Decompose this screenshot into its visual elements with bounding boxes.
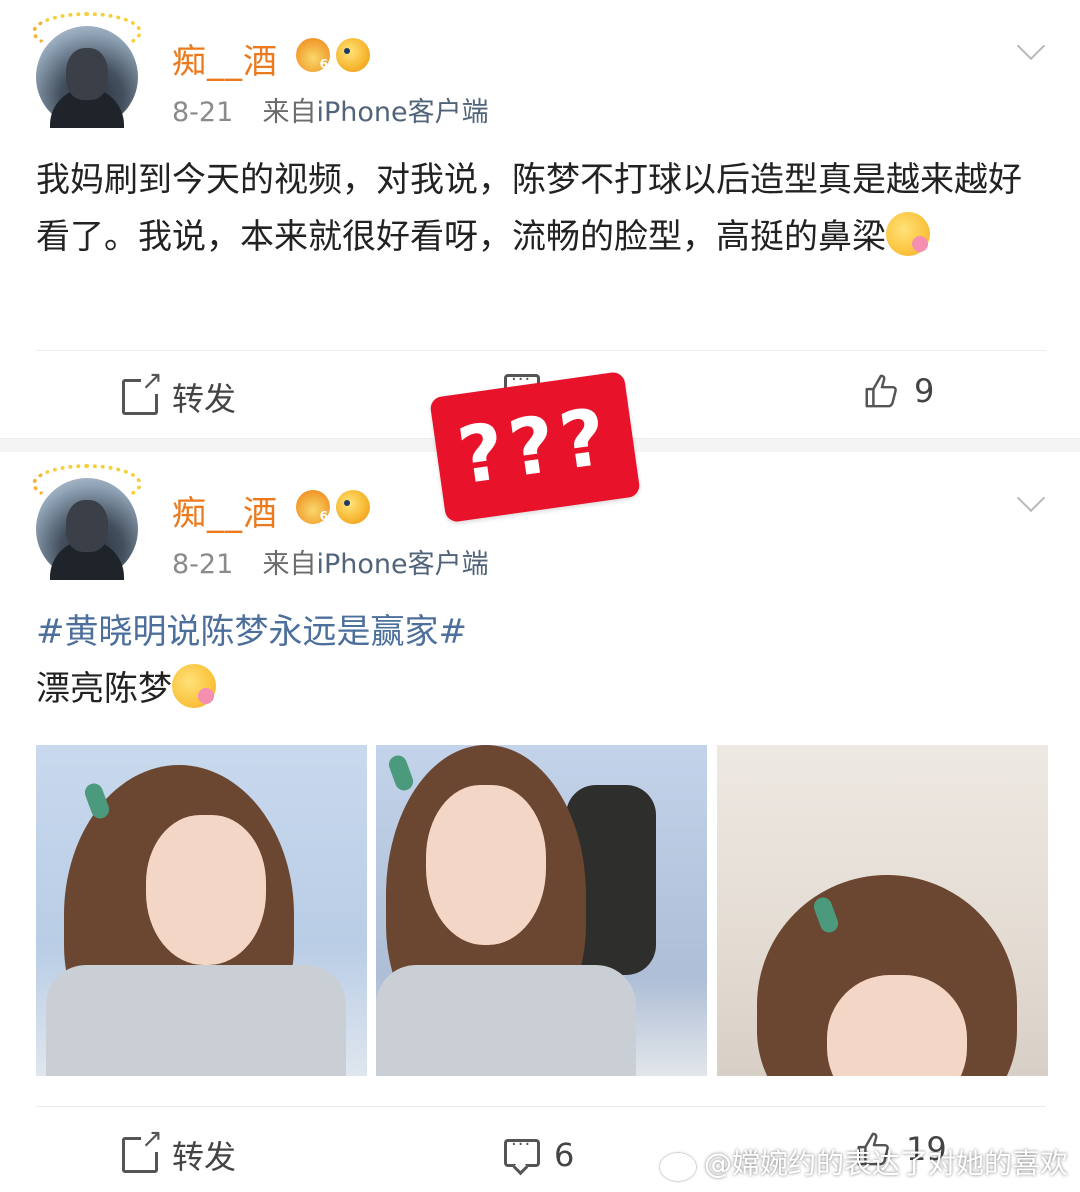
post-date: 8-21 xyxy=(172,549,234,580)
question-marks-sticker: ??? xyxy=(429,370,641,524)
fish-badge-icon[interactable] xyxy=(336,38,370,72)
post-text: #黄晓明说陈梦永远是赢家# 漂亮陈梦 xyxy=(36,604,1046,718)
post-photo[interactable] xyxy=(717,745,1048,1076)
like-button[interactable]: 9 xyxy=(862,372,934,410)
user-avatar[interactable] xyxy=(32,464,142,580)
halo-decoration xyxy=(32,464,142,504)
source-client[interactable]: iPhone客户端 xyxy=(316,97,488,128)
sticker-text: ??? xyxy=(452,391,618,503)
like-count: 9 xyxy=(914,372,935,410)
watermark-text: @嫦婉约的表达了对她的喜欢 xyxy=(703,1147,1068,1180)
crown-badge-icon[interactable] xyxy=(296,490,330,524)
flower-smile-emoji-icon xyxy=(172,664,216,708)
weibo-logo-icon xyxy=(658,1147,698,1181)
divider xyxy=(36,350,1046,351)
flower-smile-emoji-icon xyxy=(886,212,930,256)
post-text: 我妈刷到今天的视频，对我说，陈梦不打球以后造型真是越来越好看了。我说，本来就很好… xyxy=(36,152,1046,266)
comment-count: 6 xyxy=(554,1136,575,1174)
chevron-down-icon[interactable] xyxy=(1016,488,1046,518)
share-icon xyxy=(122,368,163,415)
post-text-body: 我妈刷到今天的视频，对我说，陈梦不打球以后造型真是越来越好看了。我说，本来就很好… xyxy=(36,160,1022,257)
post-photo[interactable] xyxy=(376,745,707,1076)
post-card: 痴__酒 8-21 来自iPhone客户端 #黄晓明说陈梦永远是赢家# 漂亮陈梦 xyxy=(0,452,1080,1192)
source-prefix: 来自 xyxy=(262,549,317,580)
avatar-figure-head xyxy=(66,48,108,100)
repost-button[interactable]: 转发 xyxy=(122,1126,237,1178)
comment-button[interactable]: 6 xyxy=(504,1134,575,1174)
share-icon xyxy=(122,1126,163,1173)
post-meta: 8-21 来自iPhone客户端 xyxy=(172,542,489,581)
halo-decoration xyxy=(32,12,142,52)
username[interactable]: 痴__酒 xyxy=(172,34,278,83)
source-prefix: 来自 xyxy=(262,97,317,128)
post-photo[interactable] xyxy=(36,745,367,1076)
watermark: @嫦婉约的表达了对她的喜欢 xyxy=(658,1142,1068,1182)
avatar-figure-head xyxy=(66,500,108,552)
post-meta: 8-21 来自iPhone客户端 xyxy=(172,90,489,129)
fish-badge-icon[interactable] xyxy=(336,490,370,524)
divider xyxy=(36,1106,1046,1107)
chevron-down-icon[interactable] xyxy=(1016,36,1046,66)
post-card: 痴__酒 8-21 来自iPhone客户端 我妈刷到今天的视频，对我说，陈梦不打… xyxy=(0,0,1080,438)
source-client[interactable]: iPhone客户端 xyxy=(316,549,488,580)
post-text-body: 漂亮陈梦 xyxy=(36,669,172,709)
thumbs-up-icon xyxy=(862,372,900,410)
user-avatar[interactable] xyxy=(32,12,142,128)
comment-icon xyxy=(504,1134,540,1167)
post-date: 8-21 xyxy=(172,97,234,128)
username[interactable]: 痴__酒 xyxy=(172,486,278,535)
crown-badge-icon[interactable] xyxy=(296,38,330,72)
photo-grid xyxy=(36,745,1048,1076)
repost-label: 转发 xyxy=(172,1138,237,1176)
repost-button[interactable]: 转发 xyxy=(122,368,237,420)
hashtag-link[interactable]: #黄晓明说陈梦永远是赢家# xyxy=(36,604,1046,661)
repost-label: 转发 xyxy=(172,380,237,418)
